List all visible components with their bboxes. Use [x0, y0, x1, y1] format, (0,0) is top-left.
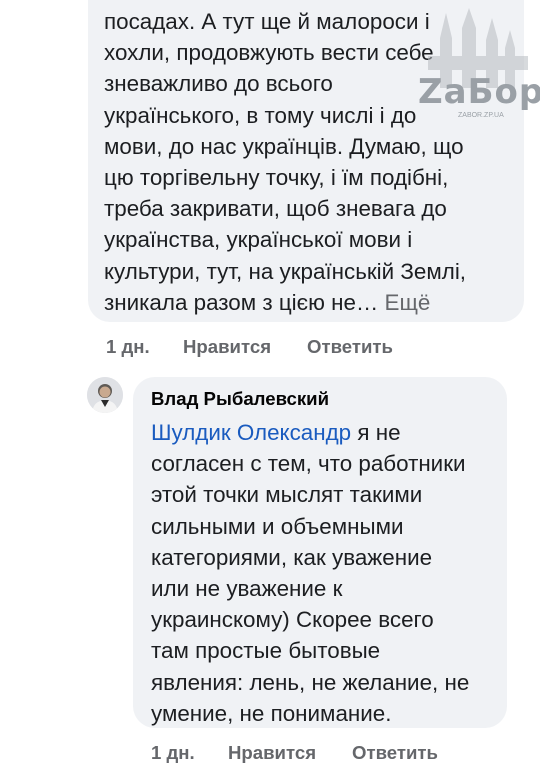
comment-line: там простые бытовые — [151, 638, 381, 664]
comment-line: согласен с тем, что работники — [151, 451, 466, 477]
avatar[interactable] — [87, 377, 123, 413]
comment-line: сильными и объемными — [151, 513, 404, 539]
comment-line: треба закривати, щоб зневага до — [104, 196, 447, 222]
comment-line: цю торгівельну точку, і їм подібні, — [104, 164, 449, 190]
reply-button[interactable]: Ответить — [307, 335, 393, 359]
comment-line: явления: лень, не желание, не — [151, 669, 470, 695]
comment-line: я не — [351, 420, 401, 445]
comment-author[interactable]: Влад Рыбалевский — [151, 388, 329, 410]
comment-time: 1 дн. — [151, 742, 195, 763]
reply-button[interactable]: Ответить — [352, 741, 438, 765]
user-avatar-icon — [87, 377, 123, 413]
comment-time: 1 дн. — [106, 336, 150, 357]
comment-actions: 1 дн. Нравится Ответить — [151, 741, 471, 765]
comment-line: категориями, как уважение — [151, 544, 433, 570]
comment-line: украинскому) Скорее всего — [151, 607, 434, 633]
mention-link[interactable]: Шулдик Олександр — [151, 420, 351, 445]
comment-line: культури, тут, на українській Землі, — [104, 258, 467, 284]
like-button[interactable]: Нравится — [228, 741, 316, 765]
like-button[interactable]: Нравится — [183, 335, 271, 359]
comment-last-line: зникала разом з цією не… Ещё — [104, 287, 524, 318]
see-more-link[interactable]: Ещё — [385, 290, 431, 315]
comment-truncated-text: зникала разом з цією не… — [104, 289, 379, 315]
watermark-site: ZABOR.ZP.UA — [458, 112, 504, 119]
comment-first-line: Шулдик Олександр я не — [151, 417, 501, 448]
comment-line: мови, до нас українців. Думаю, що — [104, 133, 464, 159]
comment-line: умение, не понимание. — [151, 700, 392, 726]
watermark-brand: ZaБор — [418, 72, 540, 112]
comment-actions: 1 дн. Нравится Ответить — [106, 335, 426, 359]
comment-line: или не уважение к — [151, 575, 343, 601]
comment-text: Шулдик Олександр я не согласен с тем, чт… — [151, 417, 501, 729]
comment-line: українства, української мови і — [104, 227, 413, 253]
comment-line: этой точки мыслят такими — [151, 482, 423, 508]
